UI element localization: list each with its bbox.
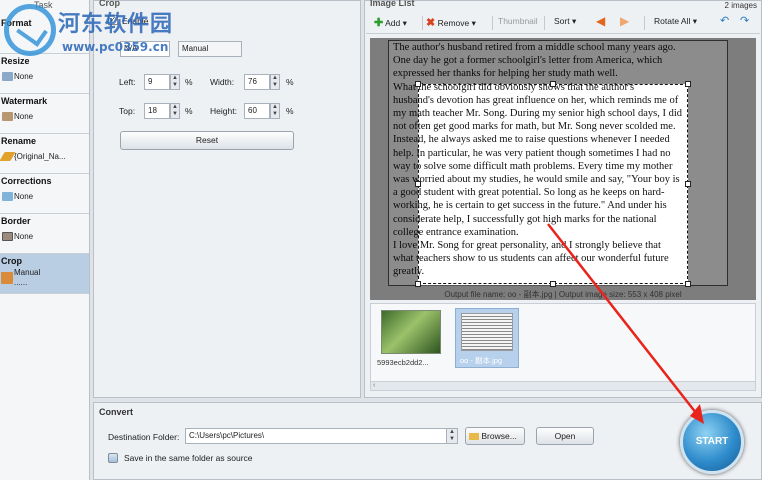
task-value: None [14,192,34,201]
task-value-extra: ...... [14,278,28,287]
crop-shade-top [388,40,728,84]
add-button[interactable]: ✚ Add ▾ [374,16,407,29]
task-label: Crop [1,256,22,266]
top-label: Top: [119,106,136,116]
image-count: 2 images [724,1,757,10]
top-unit: % [185,106,193,116]
destination-spinner[interactable]: ▲ ▼ [446,428,458,444]
convert-panel: Convert Destination Folder: C:\Users\pc\… [93,402,762,480]
open-button[interactable]: Open [536,427,594,445]
crop-handle[interactable] [550,81,556,87]
height-unit: % [286,106,294,116]
crop-shade-left [388,84,418,286]
left-unit: % [185,77,193,87]
same-folder-checkbox[interactable] [108,453,118,463]
browse-button[interactable]: Browse... [465,427,525,445]
task-label: Corrections [1,176,52,186]
task-value: None [14,232,34,241]
remove-button[interactable]: ✖ Remove ▾ [426,16,476,29]
height-input[interactable]: 60 [244,103,270,119]
crop-panel: Crop ✓ Enable N/A Manual Left: 9 ▲ ▼ % Wi… [93,0,361,398]
crop-handle[interactable] [685,81,691,87]
left-label: Left: [119,77,136,87]
task-format[interactable]: Format [0,14,89,54]
task-value: None [14,72,34,81]
task-label: Watermark [1,96,48,106]
border-icon [2,232,13,242]
enable-checkbox[interactable]: ✓ [108,15,118,25]
thumbnail-image [461,313,513,351]
left-input[interactable]: 9 [144,74,170,90]
reset-button[interactable]: Reset [120,131,294,150]
task-value: Manual [14,268,41,277]
width-spinner[interactable]: ▲ ▼ [270,74,280,90]
crop-icon [1,272,13,284]
mode-select[interactable]: Manual [178,41,242,57]
remove-x-icon: ✖ [426,17,436,29]
crop-handle[interactable] [415,281,421,287]
sort-button[interactable]: Sort ▾ [554,16,576,27]
watermark-icon [2,112,13,122]
left-spinner[interactable]: ▲ ▼ [170,74,180,90]
thumbnail-selected[interactable]: oo - 副本.jpg [455,308,519,368]
folder-icon [469,433,479,441]
crop-handle[interactable] [685,281,691,287]
top-spinner[interactable]: ▲ ▼ [170,103,180,119]
corrections-icon [2,192,13,202]
task-value: {Original_Na... [14,152,66,161]
crop-shade-right [688,84,728,286]
thumbnail-button[interactable]: Thumbnail [498,16,538,26]
rotate-left-icon[interactable]: ↶ [720,14,729,27]
crop-handle[interactable] [685,181,691,187]
crop-handle[interactable] [550,281,556,287]
output-info: Output file name: oo - 副本.jpg | Output i… [444,290,682,299]
thumbnail-caption: oo - 副本.jpg [460,356,503,365]
task-watermark[interactable]: Watermark None [0,94,89,134]
task-crop[interactable]: Crop Manual ...... [0,254,89,294]
width-input[interactable]: 76 [244,74,270,90]
crop-handle[interactable] [415,81,421,87]
thumbnail-image[interactable] [381,310,441,354]
width-unit: % [286,77,294,87]
convert-header: Convert [99,407,134,417]
image-list-toolbar: ✚ Add ▾ ✖ Remove ▾ Thumbnail Sort ▾ ◀ ▶ … [366,12,760,34]
rotate-right-icon[interactable]: ↷ [740,14,749,27]
crop-selection[interactable] [415,81,691,287]
move-left-arrow-icon[interactable]: ◀ [596,14,605,28]
width-label: Width: [210,77,235,87]
enable-label: Enable [122,16,149,26]
same-folder-label: Save in the same folder as source [124,453,253,463]
thumbnail-caption: 5993ecb2dd2... [377,358,429,367]
image-list-header: Image List [370,0,415,8]
task-border[interactable]: Border None [0,214,89,254]
task-resize[interactable]: Resize None [0,54,89,94]
destination-field[interactable]: C:\Users\pc\Pictures\ [185,428,447,444]
ratio-select[interactable]: N/A [120,41,170,57]
height-spinner[interactable]: ▲ ▼ [270,103,280,119]
plus-icon: ✚ [374,17,384,29]
task-label: Resize [1,56,30,66]
top-input[interactable]: 18 [144,103,170,119]
task-label: Format [1,18,32,28]
task-value: None [14,112,34,121]
task-panel-header: Task [34,0,53,10]
thumbnail-strip: 5993ecb2dd2... oo - 副本.jpg ‹ [370,303,756,391]
height-label: Height: [210,106,237,116]
move-right-arrow-icon[interactable]: ▶ [620,14,629,28]
resize-icon [2,72,13,82]
task-label: Border [1,216,31,226]
task-corrections[interactable]: Corrections None [0,174,89,214]
crop-handle[interactable] [415,181,421,187]
rotate-all-button[interactable]: Rotate All ▾ [654,16,697,27]
task-rename[interactable]: Rename {Original_Na... [0,134,89,174]
crop-panel-header: Crop [99,0,120,8]
task-label: Rename [1,136,37,146]
start-button[interactable]: START [680,410,744,474]
task-panel: Task Format Resize None Watermark None R… [0,0,90,480]
destination-label: Destination Folder: [108,432,180,442]
thumbnail-scrollbar[interactable]: ‹ [371,381,755,390]
